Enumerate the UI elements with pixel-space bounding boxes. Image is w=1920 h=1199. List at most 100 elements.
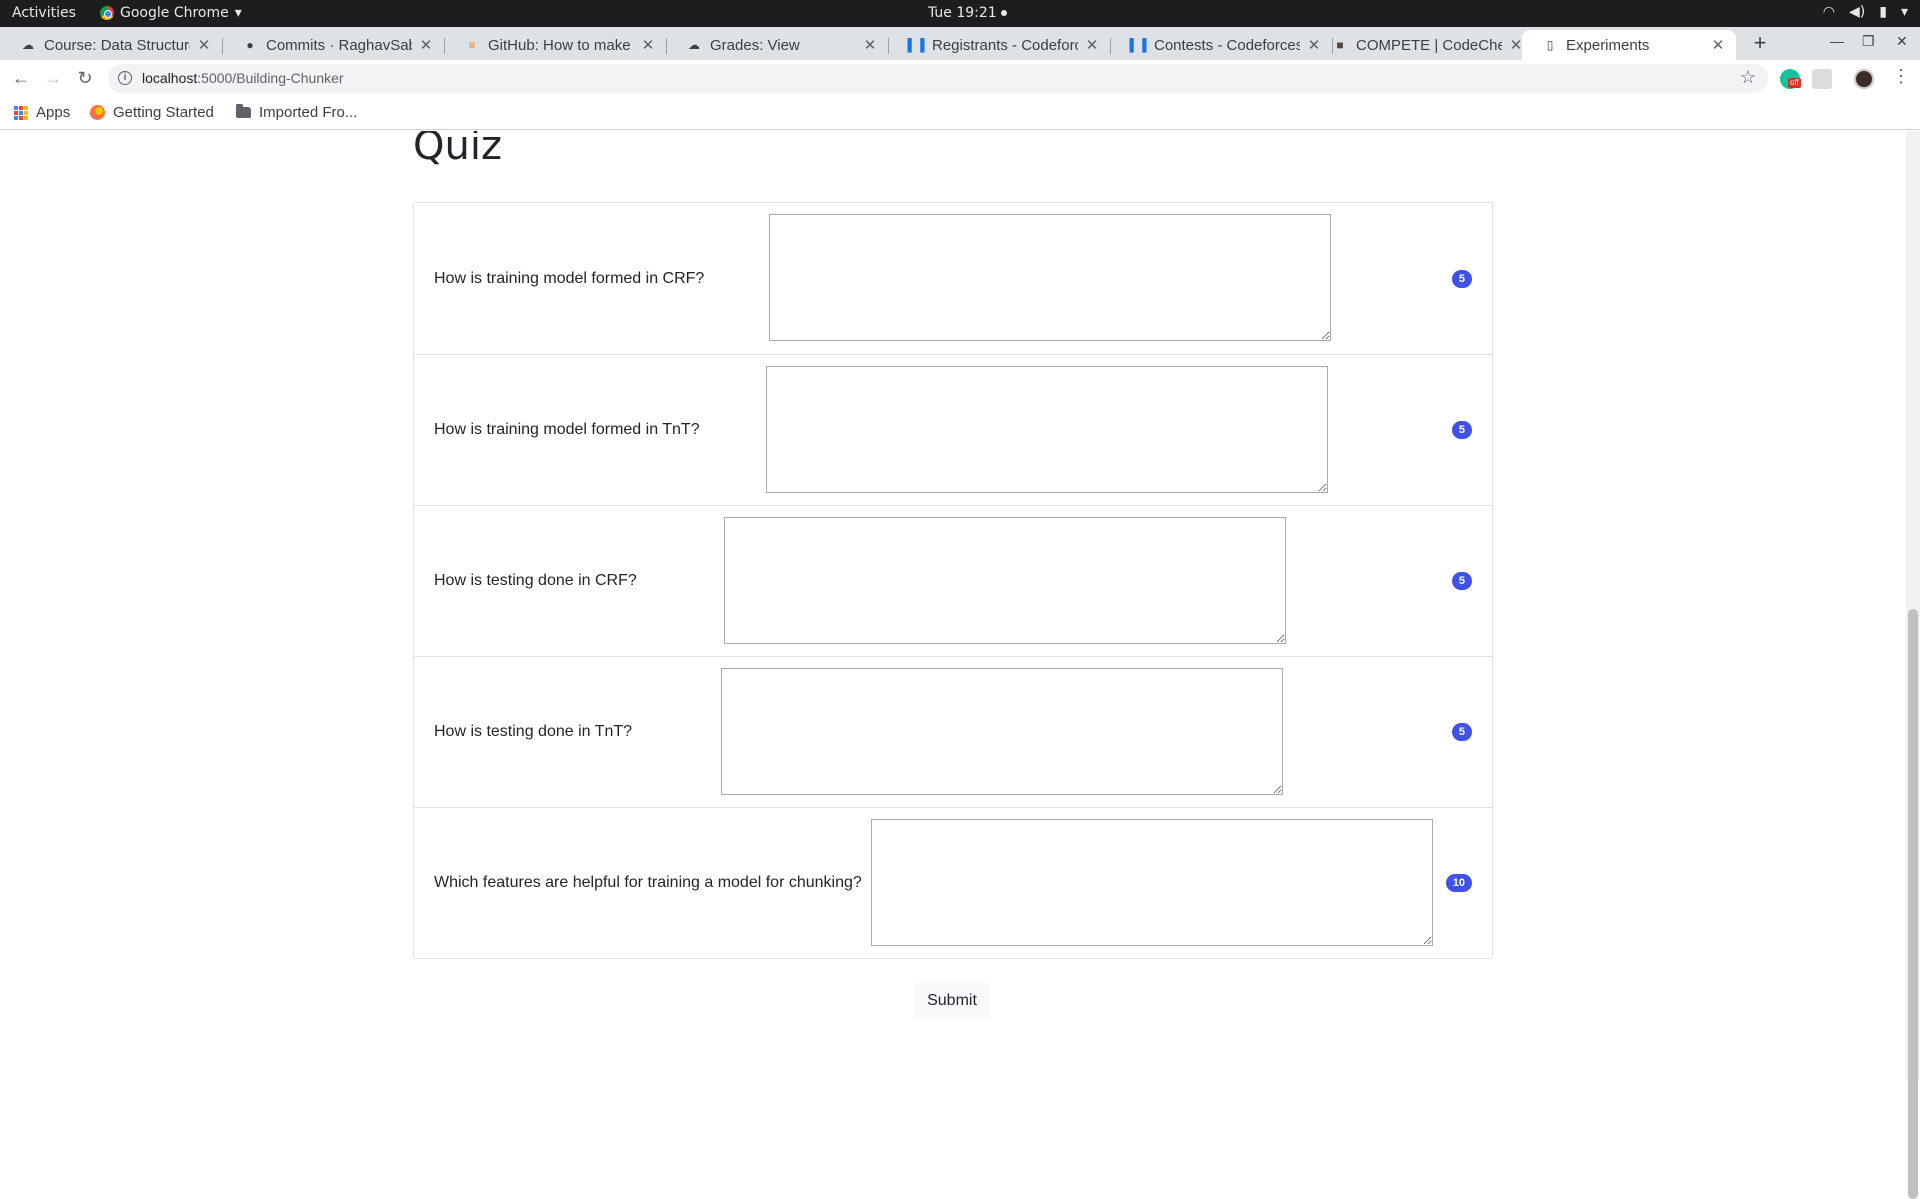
close-icon[interactable]: ✕ bbox=[418, 36, 434, 54]
bookmark-label: Apps bbox=[36, 104, 71, 121]
question-text: How is testing done in TnT? bbox=[434, 723, 633, 740]
close-icon[interactable]: ✕ bbox=[640, 36, 656, 54]
close-icon[interactable]: ✕ bbox=[862, 36, 878, 54]
battery-icon: ▮ bbox=[1879, 4, 1887, 20]
answer-textarea[interactable] bbox=[721, 668, 1283, 795]
points-badge: 5 bbox=[1451, 421, 1472, 439]
tab-title: GitHub: How to make bbox=[488, 36, 631, 54]
tab-registrants[interactable]: ▌▐ Registrants - Codeforc ✕ bbox=[888, 30, 1110, 60]
tab-codechef[interactable]: ■ COMPETE | CodeChef ✕ bbox=[1312, 30, 1534, 60]
codeforces-icon: ▌▐ bbox=[1129, 38, 1147, 52]
answer-textarea[interactable] bbox=[724, 517, 1286, 644]
restore-icon[interactable]: ❐ bbox=[1862, 33, 1875, 50]
volume-icon: ◀) bbox=[1849, 4, 1866, 20]
tab-title: Contests - Codeforces bbox=[1154, 36, 1300, 54]
scrollbar-thumb[interactable] bbox=[1908, 609, 1918, 1199]
folder-icon bbox=[236, 104, 251, 118]
caret-down-icon: ▾ bbox=[1900, 4, 1908, 20]
clock-label: Tue 19:21 bbox=[928, 5, 997, 21]
off-badge: off bbox=[1788, 78, 1801, 88]
github-icon: ● bbox=[246, 38, 254, 52]
stackoverflow-icon: ≡ bbox=[468, 38, 476, 52]
url-path: :5000/Building-Chunker bbox=[197, 70, 344, 86]
answer-textarea[interactable] bbox=[769, 214, 1331, 341]
caret-down-icon: ▾ bbox=[234, 5, 242, 21]
bookmark-star-icon[interactable]: ☆ bbox=[1740, 67, 1756, 88]
quiz-item: Which features are helpful for training … bbox=[414, 807, 1492, 958]
answer-textarea[interactable] bbox=[871, 819, 1433, 946]
tab-title: Grades: View bbox=[710, 36, 800, 54]
tab-github-howto[interactable]: ≡ GitHub: How to make ✕ bbox=[444, 30, 666, 60]
window-close-icon[interactable]: ✕ bbox=[1896, 33, 1908, 50]
quiz-item: How is training model formed in TnT? 5 bbox=[414, 354, 1492, 505]
grammarly-extension-icon[interactable]: off bbox=[1780, 69, 1801, 89]
quiz-item: How is testing done in TnT? 5 bbox=[414, 656, 1492, 807]
question-text: How is training model formed in TnT? bbox=[434, 421, 700, 438]
firefox-icon bbox=[90, 105, 105, 120]
quiz-item: How is testing done in CRF? 5 bbox=[414, 505, 1492, 656]
close-icon[interactable]: ✕ bbox=[1084, 36, 1100, 54]
tab-grades[interactable]: ☁ Grades: View ✕ bbox=[666, 30, 888, 60]
page-icon: ▯ bbox=[1546, 38, 1554, 52]
question-text: How is training model formed in CRF? bbox=[434, 269, 705, 287]
page-scrollbar[interactable] bbox=[1906, 131, 1920, 1199]
tab-course[interactable]: ☁ Course: Data Structure ✕ bbox=[0, 30, 222, 60]
bookmark-label: Getting Started bbox=[113, 104, 214, 121]
question-text: Which features are helpful for training … bbox=[434, 874, 862, 891]
back-icon[interactable]: ← bbox=[10, 67, 32, 89]
cloud-icon: ☁ bbox=[22, 38, 34, 52]
tab-experiments[interactable]: ▯ Experiments ✕ bbox=[1522, 30, 1736, 60]
forward-icon[interactable]: → bbox=[42, 67, 64, 89]
submit-button[interactable]: Submit bbox=[914, 983, 990, 1019]
close-icon[interactable]: ✕ bbox=[196, 36, 212, 54]
codechef-icon: ■ bbox=[1336, 38, 1344, 52]
activities-button[interactable]: Activities bbox=[12, 5, 76, 21]
bookmarks-bar: Apps Getting Started Imported Fro... bbox=[0, 97, 1920, 130]
wifi-icon: ◠ bbox=[1822, 4, 1836, 20]
profile-avatar[interactable] bbox=[1854, 69, 1874, 89]
tab-title: Course: Data Structure bbox=[44, 36, 190, 54]
points-badge: 5 bbox=[1451, 723, 1472, 741]
url-text: localhost:5000/Building-Chunker bbox=[142, 70, 344, 86]
info-icon[interactable]: i bbox=[118, 71, 132, 85]
clock[interactable]: Tue 19:21 bbox=[928, 5, 1007, 21]
chrome-icon bbox=[100, 6, 114, 20]
tab-title: Experiments bbox=[1566, 36, 1650, 54]
question-text: How is testing done in CRF? bbox=[434, 572, 637, 589]
browser-toolbar: ← → ↻ i localhost:5000/Building-Chunker … bbox=[0, 60, 1920, 97]
system-tray[interactable]: ◠ ◀) ▮ ▾ bbox=[1823, 4, 1908, 20]
tab-strip: ☁ Course: Data Structure ✕ ● Commits · R… bbox=[0, 27, 1920, 60]
app-menu[interactable]: Google Chrome ▾ bbox=[100, 5, 242, 21]
more-menu-icon[interactable]: ⋮ bbox=[1892, 66, 1910, 87]
tab-title: Registrants - Codeforc bbox=[932, 36, 1078, 54]
quiz-list: How is training model formed in CRF? 5 H… bbox=[413, 202, 1493, 959]
page-viewport: Quiz How is training model formed in CRF… bbox=[0, 131, 1920, 1080]
reload-icon[interactable]: ↻ bbox=[74, 67, 96, 89]
bookmark-imported-folder[interactable]: Imported Fro... bbox=[236, 104, 357, 121]
codeforces-icon: ▌▐ bbox=[907, 38, 925, 52]
answer-textarea[interactable] bbox=[766, 366, 1328, 493]
points-badge: 5 bbox=[1451, 269, 1472, 288]
tab-title: Commits · RaghavSab bbox=[266, 36, 412, 54]
extension-icon[interactable] bbox=[1812, 69, 1832, 89]
cloud-icon: ☁ bbox=[688, 38, 700, 52]
system-top-bar: Activities Google Chrome ▾ Tue 19:21 ◠ ◀… bbox=[0, 0, 1920, 27]
notification-dot-icon bbox=[1000, 10, 1007, 16]
app-menu-label: Google Chrome bbox=[120, 5, 229, 21]
quiz-item: How is training model formed in CRF? 5 bbox=[414, 203, 1492, 354]
points-badge: 10 bbox=[1445, 874, 1472, 892]
bookmark-label: Imported Fro... bbox=[259, 104, 358, 121]
tab-title: COMPETE | CodeChef bbox=[1356, 36, 1502, 54]
page-title: Quiz bbox=[413, 131, 502, 169]
points-badge: 5 bbox=[1451, 572, 1472, 590]
tab-commits[interactable]: ● Commits · RaghavSab ✕ bbox=[222, 30, 444, 60]
bookmark-getting-started[interactable]: Getting Started bbox=[90, 104, 214, 121]
tab-contests[interactable]: ▌▐ Contests - Codeforces ✕ bbox=[1110, 30, 1332, 60]
apps-grid-icon bbox=[14, 105, 28, 120]
url-host: localhost bbox=[142, 70, 198, 86]
address-bar[interactable]: i localhost:5000/Building-Chunker ☆ bbox=[108, 64, 1768, 93]
minimize-icon[interactable]: — bbox=[1830, 33, 1844, 49]
new-tab-button[interactable]: + bbox=[1746, 30, 1774, 58]
bookmark-apps[interactable]: Apps bbox=[14, 104, 70, 121]
close-icon[interactable]: ✕ bbox=[1710, 36, 1726, 54]
